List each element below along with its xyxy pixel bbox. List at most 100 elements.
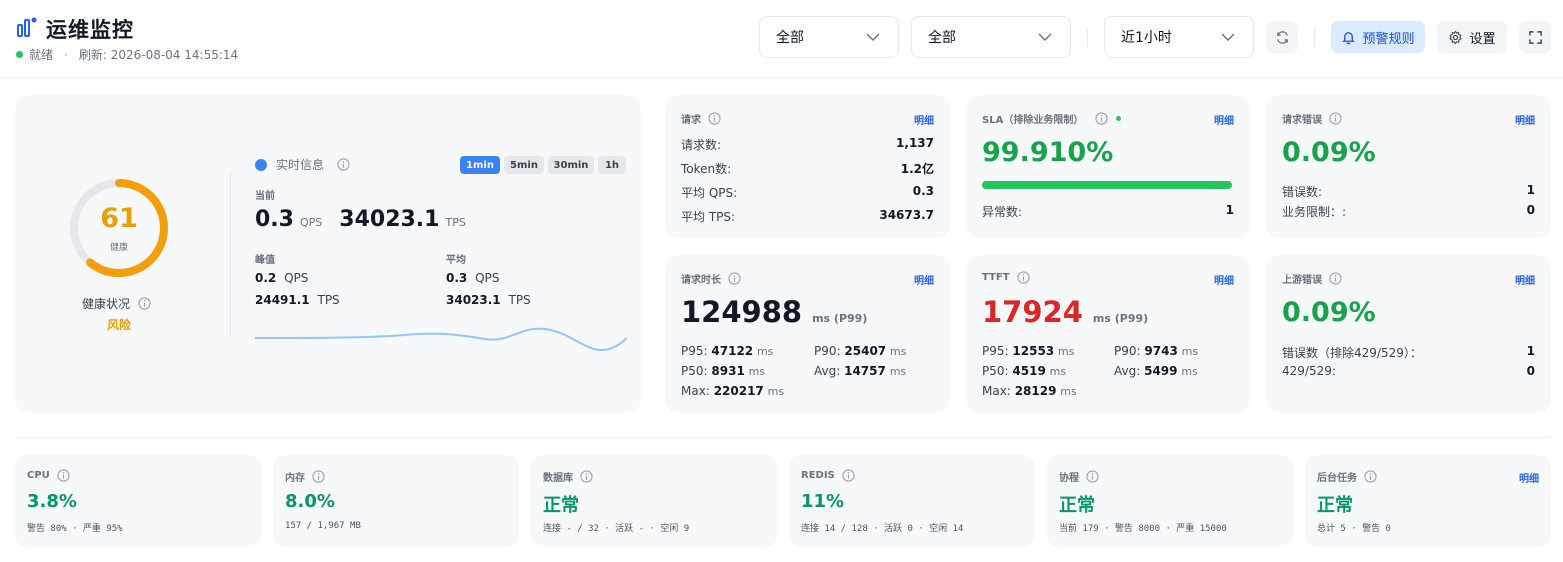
avg-label: 平均 — [446, 255, 466, 266]
metric-key: P90: — [814, 344, 841, 358]
ttft-detail-link[interactable]: 明细 — [1214, 272, 1234, 287]
metric-value: 25407 — [844, 344, 887, 358]
info-icon[interactable] — [728, 272, 741, 285]
avg-qps-line: 0.3 QPS — [446, 271, 499, 285]
row-key: 错误数: — [1282, 185, 1323, 199]
settings-button[interactable]: 设置 — [1437, 21, 1507, 53]
latency-label-text: 请求时长 — [681, 275, 721, 286]
requests-detail-link[interactable]: 明细 — [914, 112, 934, 127]
ttft-p90: P90: 9743 ms — [1114, 344, 1198, 358]
row-key: Token数: — [681, 162, 732, 176]
system-label: 协程 — [1059, 469, 1099, 484]
system-label: 后台任务 — [1317, 469, 1377, 484]
peak-label: 峰值 — [255, 255, 275, 266]
metric-key: P50: — [982, 364, 1009, 378]
realtime-dot — [255, 158, 267, 171]
background-jobs-detail-link[interactable]: 明细 — [1519, 470, 1539, 485]
upstream-value: 0.09% — [1282, 297, 1376, 328]
info-icon[interactable] — [842, 469, 855, 482]
fullscreen-icon — [1528, 30, 1542, 44]
system-label-text: REDIS — [801, 470, 835, 481]
alert-rules-label: 预警规则 — [1362, 31, 1415, 47]
status-dot — [16, 51, 23, 58]
info-icon[interactable] — [1016, 271, 1030, 284]
latency-p99: 124988 ms (P99) — [681, 295, 867, 329]
avg-tps: 34023.1 — [446, 293, 501, 307]
requests-label-text: 请求 — [681, 115, 701, 126]
refresh-button[interactable] — [1266, 21, 1298, 53]
system-value: 3.8% — [27, 491, 77, 512]
ttft-label: TTFT — [982, 271, 1030, 284]
info-icon[interactable] — [1364, 470, 1377, 483]
req-errors-detail-link[interactable]: 明细 — [1515, 112, 1535, 127]
requests-row: Token数: 1.2亿 — [681, 160, 934, 177]
sla-detail-link[interactable]: 明细 — [1214, 112, 1234, 127]
tab-5min[interactable]: 5min — [504, 156, 544, 174]
sla-status-dot — [1116, 116, 1122, 121]
info-icon[interactable] — [1095, 112, 1108, 125]
sla-abnormal-row: 异常数: 1 — [982, 203, 1234, 220]
info-icon[interactable] — [1329, 272, 1342, 285]
info-icon[interactable] — [580, 470, 593, 483]
status-line: 就绪 · 刷新: 2026-08-04 14:55:14 — [16, 46, 238, 63]
alert-rules-button[interactable]: 预警规则 — [1331, 21, 1425, 53]
ttft-label-text: TTFT — [982, 272, 1010, 283]
upstream-label: 上游错误 — [1282, 271, 1342, 286]
row-key: 业务限制：: — [1282, 205, 1347, 219]
ttft-p99: 17924 ms (P99) — [982, 295, 1148, 329]
bell-icon — [1342, 31, 1356, 44]
section-divider — [15, 437, 1550, 438]
metric-key: P90: — [1114, 344, 1141, 358]
req-errors-label: 请求错误 — [1282, 111, 1342, 126]
tab-1h[interactable]: 1h — [598, 156, 626, 174]
ttft-max: Max: 28129 ms — [982, 384, 1077, 398]
fullscreen-button[interactable] — [1519, 21, 1551, 53]
info-icon[interactable] — [57, 469, 70, 482]
system-label: REDIS — [801, 469, 855, 482]
time-range-value: 近1小时 — [1121, 30, 1172, 46]
tps-unit: TPS — [445, 216, 466, 229]
latency-detail-link[interactable]: 明细 — [914, 272, 934, 287]
row-key: 429/529: — [1282, 364, 1336, 378]
tab-1min[interactable]: 1min — [460, 156, 500, 174]
status-separator: · — [64, 47, 68, 62]
requests-row: 平均 TPS: 34673.7 — [681, 208, 934, 225]
info-icon[interactable] — [708, 112, 721, 125]
tab-30min[interactable]: 30min — [548, 156, 594, 174]
chart-logo-icon — [17, 17, 37, 37]
info-icon[interactable] — [1086, 470, 1099, 483]
health-level: 风险 — [106, 318, 131, 332]
peak-tps: 24491.1 — [255, 293, 310, 307]
metric-value: 5499 — [1144, 364, 1178, 378]
upstream-errors-card: 上游错误 明细 0.09% 错误数（排除429/529）： 1 429/529: 0 — [1266, 255, 1551, 413]
realtime-title: 实时信息 — [276, 158, 325, 172]
info-icon[interactable] — [138, 297, 151, 310]
peak-tps-line: 24491.1 TPS — [255, 293, 340, 307]
health-title: 健康状况 — [82, 295, 151, 312]
system-sub: 当前 179 · 警告 8000 · 严重 15000 — [1059, 524, 1227, 534]
sla-value: 99.910% — [982, 137, 1114, 168]
row-value: 0 — [1526, 203, 1535, 217]
time-range-select[interactable]: 近1小时 — [1104, 16, 1254, 58]
avg-qps: 0.3 — [446, 271, 468, 285]
health-title-text: 健康状况 — [82, 297, 131, 311]
filter-select-2[interactable]: 全部 — [911, 16, 1071, 58]
filter-select-1[interactable]: 全部 — [759, 16, 899, 58]
info-icon[interactable] — [1329, 112, 1342, 125]
system-label-text: 协程 — [1059, 473, 1079, 484]
system-value: 11% — [801, 491, 845, 512]
info-icon[interactable] — [337, 158, 350, 171]
upstream-detail-link[interactable]: 明细 — [1515, 272, 1535, 287]
row-value: 1.2亿 — [900, 162, 934, 176]
peak-qps: 0.2 — [255, 271, 277, 285]
refresh-time: 刷新: 2026-08-04 14:55:14 — [78, 48, 239, 62]
row-key: 异常数: — [982, 205, 1023, 219]
metric-unit: ms — [889, 365, 907, 378]
metric-unit: ms — [1057, 345, 1075, 358]
system-card-goroutines: 协程 正常 当前 179 · 警告 8000 · 严重 15000 — [1047, 455, 1293, 547]
ttft-p99-value: 17924 — [982, 295, 1083, 329]
health-realtime-card: 61 健康 健康状况 风险 实时信息 1min 5min 30min 1h 当前… — [15, 95, 641, 413]
ttft-card: TTFT 明细 17924 ms (P99) P95: 12553 ms P90… — [966, 255, 1250, 413]
system-label: 内存 — [285, 469, 325, 484]
info-icon[interactable] — [312, 470, 325, 483]
